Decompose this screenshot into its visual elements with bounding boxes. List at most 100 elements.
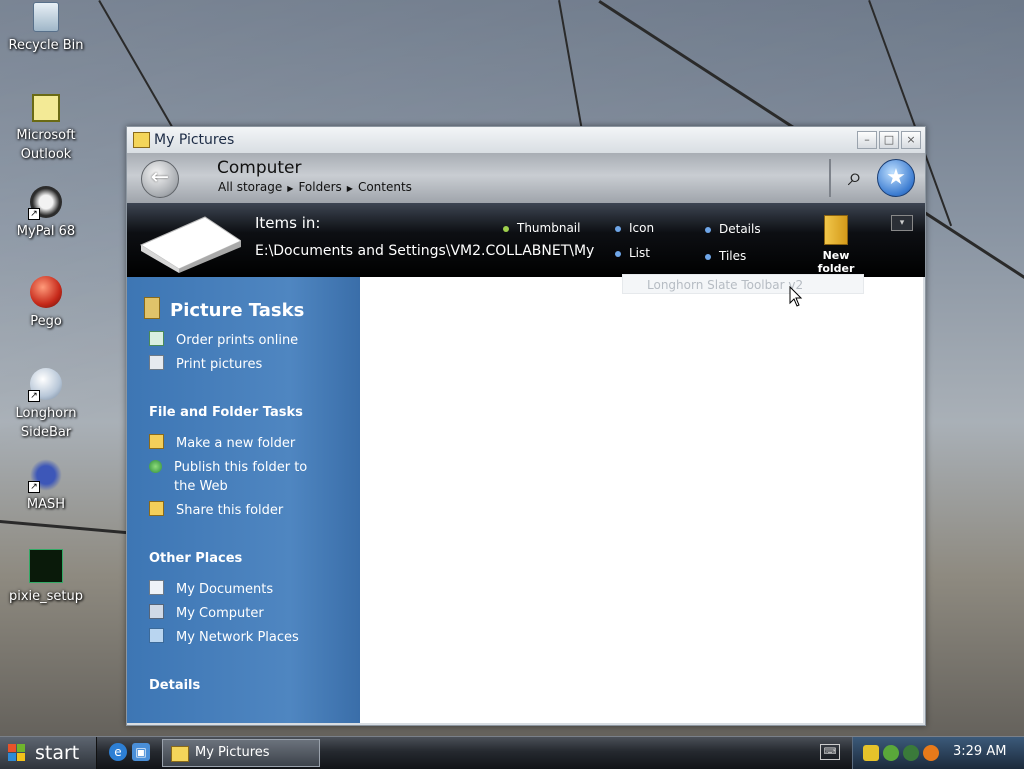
place-my-documents[interactable]: My Documents [149,580,273,599]
desktop-icon-label: Recycle Bin [8,38,84,53]
view-tiles[interactable]: Tiles [705,249,746,263]
place-label: My Documents [176,582,274,597]
bullet-icon [705,226,711,233]
network-icon [149,628,164,643]
picture-tasks-icon [144,297,160,319]
update-icon[interactable] [903,745,919,761]
pego-icon [30,276,62,308]
show-desktop-icon[interactable]: ▣ [132,743,150,761]
desktop-icon-label: MASH [26,497,66,512]
desktop-icon-label: Pego [30,314,62,329]
task-label: Publish this folder to the Web [174,460,308,494]
minimize-button[interactable]: – [857,131,877,149]
place-label: My Computer [176,606,264,621]
breadcrumb-item[interactable]: All storage [218,180,282,194]
navigation-bar: ← Computer All storage ▶ Folders ▶ Contents … [127,153,925,203]
desktop-icon-outlook[interactable]: Microsoft Outlook [0,94,92,164]
close-button[interactable]: × [901,131,921,149]
breadcrumb: All storage ▶ Folders ▶ Contents [218,180,412,194]
star-icon: ★ [886,165,906,190]
desktop-icon-sidebar[interactable]: ↗ Longhorn SideBar [0,368,92,442]
location-title: Computer [217,158,302,178]
computer-icon [149,604,164,619]
favorites-button[interactable]: ★ [877,159,915,197]
folder-icon [171,746,189,762]
path-field[interactable]: E:\Documents and Settings\VM2.COLLABNET\… [255,243,595,259]
breadcrumb-item[interactable]: Contents [358,180,412,194]
printer-icon [149,355,164,370]
divider [829,159,831,197]
task-label: Order prints online [176,333,299,348]
picture-tasks-title: Picture Tasks [170,300,305,321]
desktop-icon-recycle-bin[interactable]: Recycle Bin [0,2,92,55]
view-list[interactable]: List [615,246,650,260]
internet-explorer-icon[interactable]: e [109,743,127,761]
file-folder-tasks-title[interactable]: File and Folder Tasks [149,405,303,420]
other-places-title[interactable]: Other Places [149,551,242,566]
breadcrumb-item[interactable]: Folders [298,180,341,194]
clock[interactable]: 3:29 AM [953,744,1006,759]
desktop-icon-label: Microsoft Outlook [16,128,76,162]
mypal-icon: ↗ [28,186,62,220]
maximize-button[interactable]: □ [879,131,899,149]
system-tray: 3:29 AM [852,737,1024,769]
place-label: My Network Places [176,630,299,645]
task-make-folder[interactable]: Make a new folder [149,434,295,453]
bullet-icon [503,225,509,232]
slate-options-button[interactable]: ▾ [891,215,913,231]
desktop-icon-label: pixie_setup [8,589,84,604]
view-thumbnail[interactable]: Thumbnail [503,221,580,235]
desktop-icon-mypal[interactable]: ↗ MyPal 68 [0,186,92,241]
view-label: List [629,246,650,260]
search-icon: ⌕ [847,162,863,192]
recycle-bin-icon [33,2,59,32]
desktop-icon-label: Longhorn SideBar [15,406,77,440]
network-status-icon[interactable] [883,745,899,761]
file-list-area[interactable] [360,277,923,723]
view-label: Thumbnail [517,221,581,235]
details-title[interactable]: Details [149,678,200,693]
folder-icon [133,132,150,148]
shortcut-arrow-icon: ↗ [28,208,40,220]
documents-icon [149,580,164,595]
view-details[interactable]: Details [705,222,761,236]
desktop-icon-pego[interactable]: Pego [0,276,92,331]
new-folder-icon [149,434,164,449]
order-prints-icon [149,331,164,346]
task-print-pictures[interactable]: Print pictures [149,355,262,374]
slate-toolbar: Items in: E:\Documents and Settings\VM2.… [127,203,925,277]
search-tray-icon[interactable] [923,745,939,761]
back-arrow-icon: ← [150,165,170,190]
taskbar: start e ▣ My Pictures ⌨ 3:29 AM [0,736,1024,769]
taskbar-button-label: My Pictures [195,745,270,760]
wallpaper-beam [558,0,585,139]
task-order-prints[interactable]: Order prints online [149,331,298,350]
task-publish-web[interactable]: Publish this folder to the Web [149,458,314,496]
bullet-icon [615,250,621,257]
wallpaper-beam [0,520,140,536]
new-folder-button[interactable]: New folder [805,215,867,275]
back-button[interactable]: ← [141,160,179,198]
desktop-icon-mash[interactable]: ↗ MASH [0,459,92,514]
keyboard-icon[interactable]: ⌨ [820,744,840,760]
taskbar-button-my-pictures[interactable]: My Pictures [162,739,320,767]
place-my-computer[interactable]: My Computer [149,604,264,623]
title-bar[interactable]: My Pictures – □ × [127,127,925,153]
new-folder-label: New folder [817,249,855,275]
desktop-icon-pixie[interactable]: pixie_setup [0,549,92,606]
start-label: start [35,742,80,764]
security-shield-icon[interactable] [863,745,879,761]
search-button[interactable]: ⌕ [837,159,873,195]
place-network[interactable]: My Network Places [149,628,299,647]
bullet-icon [705,253,711,260]
picture-tasks-header[interactable]: Picture Tasks [144,297,304,321]
share-folder-icon [149,501,164,516]
start-button[interactable]: start [0,737,97,769]
chevron-right-icon: ▶ [287,184,294,193]
view-label: Details [719,222,761,236]
task-label: Share this folder [176,503,284,518]
task-label: Make a new folder [176,436,296,451]
shortcut-arrow-icon: ↗ [28,390,40,402]
task-share-folder[interactable]: Share this folder [149,501,283,520]
view-icon[interactable]: Icon [615,221,654,235]
